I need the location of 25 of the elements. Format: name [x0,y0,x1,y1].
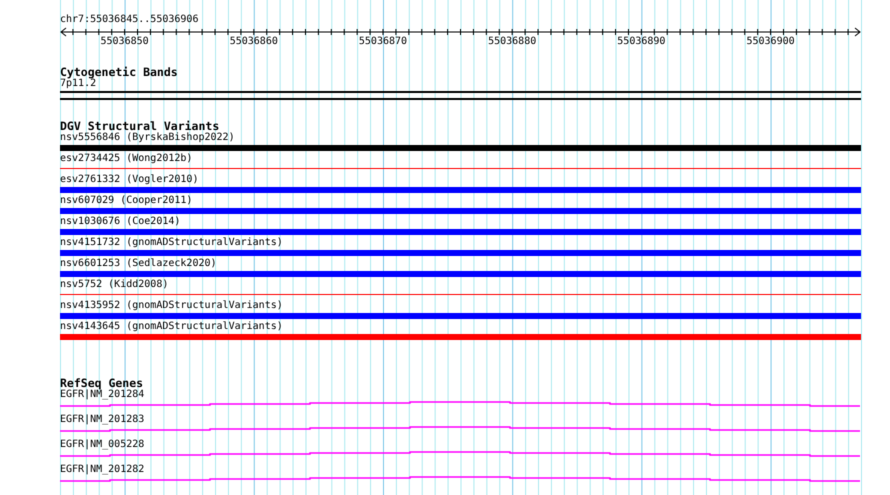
variant-label: nsv607029 (Cooper2011) [60,195,192,207]
variant-label: nsv5556846 (ByrskaBishop2022) [60,132,235,144]
ruler-label: 55036890 [617,36,666,46]
gene-label: EGFR|NM_201284 [60,389,144,401]
ruler-label: 55036860 [230,36,278,46]
ruler-label: 55036870 [358,36,408,46]
position-label: chr7:55036845..55036906 [60,14,198,26]
variant-label: nsv6601253 (Sedlazeck2020) [60,258,217,270]
ruler-label: 55036880 [488,36,536,46]
variant-label: nsv4143645 (gnomADStructuralVariants) [60,321,283,333]
variant-label: nsv4135952 (gnomADStructuralVariants) [60,300,283,312]
gene-label: EGFR|NM_005228 [60,439,144,451]
ruler-label: 55036900 [746,36,795,46]
variant-label: nsv1030676 (Coe2014) [60,216,180,228]
gene-label: EGFR|NM_201283 [60,414,144,426]
band-label: 7p11.2 [60,78,96,90]
track-title: RefSeq Genes [60,377,144,389]
variant-label: nsv4151732 (gnomADStructuralVariants) [60,237,283,249]
variant-label: esv2761332 (Vogler2010) [60,174,198,186]
ruler-label: 55036850 [100,36,149,46]
variant-label: nsv5752 (Kidd2008) [60,279,168,291]
track-title: DGV Structural Variants [60,120,220,132]
gene-label: EGFR|NM_201282 [60,464,144,476]
track-title: Cytogenetic Bands [60,66,178,78]
variant-label: esv2734425 (Wong2012b) [60,153,192,165]
